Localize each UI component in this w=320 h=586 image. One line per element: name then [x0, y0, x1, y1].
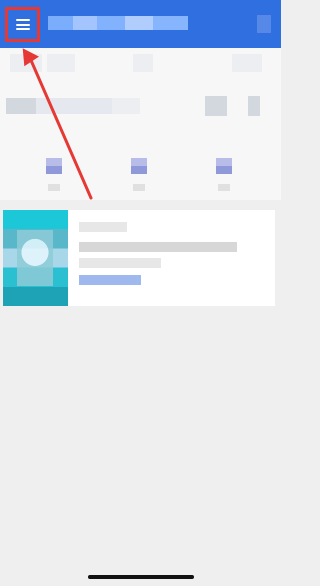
- annotation-arrow-line: [28, 56, 93, 200]
- menu-highlight-box: [5, 7, 40, 42]
- annotation-overlay: [5, 7, 93, 200]
- home-indicator: [88, 575, 194, 579]
